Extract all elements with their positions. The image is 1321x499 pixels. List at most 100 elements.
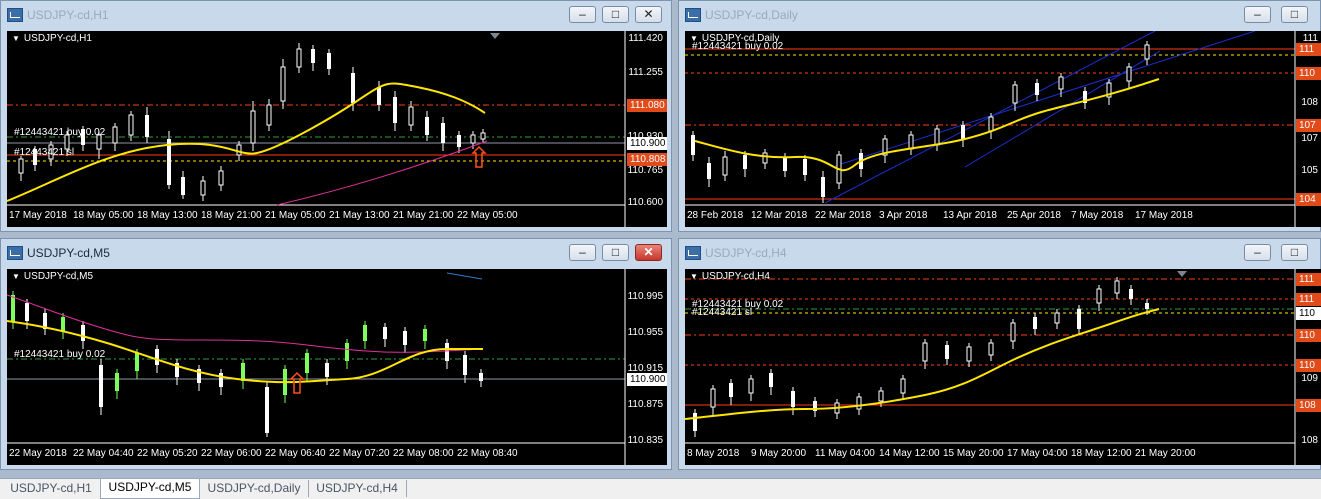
chart-area[interactable]: ▼ USDJPY-cd,M5 #12443421 buy 0.02 110.995… bbox=[7, 269, 667, 465]
price-tick: 110.955 bbox=[627, 327, 663, 338]
chart-window-icon bbox=[7, 246, 23, 260]
price-label: 104 bbox=[1296, 193, 1321, 206]
time-tick: 18 May 05:00 bbox=[73, 210, 134, 221]
price-tick: 110.765 bbox=[627, 165, 663, 176]
time-tick: 21 May 13:00 bbox=[329, 210, 390, 221]
time-tick: 13 Apr 2018 bbox=[943, 210, 997, 221]
time-tick: 25 Apr 2018 bbox=[1007, 210, 1061, 221]
current-price-label: 110 bbox=[1296, 307, 1321, 320]
daily-chart-svg bbox=[685, 31, 1296, 227]
chart-window-h1[interactable]: USDJPY-cd,H1 – □ ✕ ▼ USDJPY-cd,H1 #12443… bbox=[0, 0, 672, 232]
buy-arrow-icon bbox=[471, 145, 487, 168]
time-tick: 15 May 20:00 bbox=[943, 448, 1004, 459]
price-label: 110 bbox=[1296, 329, 1321, 342]
price-tick: 110.600 bbox=[627, 197, 663, 208]
minimize-button[interactable]: – bbox=[569, 244, 596, 261]
maximize-button[interactable]: □ bbox=[602, 6, 629, 23]
window-titlebar[interactable]: USDJPY-cd,H4 – □ bbox=[679, 239, 1320, 267]
time-tick: 14 May 12:00 bbox=[879, 448, 940, 459]
chart-window-h4[interactable]: USDJPY-cd,H4 – □ ▼ USDJPY-cd,H4 #1244342… bbox=[678, 238, 1321, 470]
window-titlebar[interactable]: USDJPY-cd,M5 – □ ✕ bbox=[1, 239, 671, 267]
time-tick: 8 May 2018 bbox=[687, 448, 740, 459]
chart-area[interactable]: ▼ USDJPY-cd,Daily #12443421 buy 0.02 111 … bbox=[685, 31, 1321, 227]
time-tick: 7 May 2018 bbox=[1071, 210, 1124, 221]
time-tick: 22 May 05:00 bbox=[457, 210, 518, 221]
chart-area[interactable]: ▼ USDJPY-cd,H4 #12443421 buy 0.02 #124434… bbox=[685, 269, 1321, 465]
close-button[interactable]: ✕ bbox=[635, 244, 662, 261]
time-tick: 3 Apr 2018 bbox=[879, 210, 928, 221]
h1-candles bbox=[18, 43, 486, 201]
price-tick: 107 bbox=[1301, 133, 1318, 144]
tab-usdjpy-h1[interactable]: USDJPY-cd,H1 bbox=[2, 480, 101, 497]
fast-ma-line bbox=[685, 308, 1160, 420]
stop-loss-label: #12443421 sl bbox=[14, 147, 75, 158]
slow-ma-line bbox=[276, 140, 488, 206]
price-tick: 110.995 bbox=[627, 291, 663, 302]
price-label: 111 bbox=[1296, 293, 1321, 306]
channel-upper-line bbox=[834, 31, 1256, 167]
window-title: USDJPY-cd,H1 bbox=[27, 8, 109, 22]
price-tick: 110.835 bbox=[627, 435, 663, 446]
time-tick: 21 May 21:00 bbox=[393, 210, 454, 221]
tab-usdjpy-m5[interactable]: USDJPY-cd,M5 bbox=[100, 479, 200, 499]
maximize-button[interactable]: □ bbox=[602, 244, 629, 261]
maximize-button[interactable]: □ bbox=[1281, 6, 1308, 23]
time-tick: 17 May 04:00 bbox=[1007, 448, 1068, 459]
time-tick: 22 May 2018 bbox=[9, 448, 67, 459]
price-tick: 109 bbox=[1301, 373, 1318, 384]
time-tick: 18 May 13:00 bbox=[137, 210, 198, 221]
slow-ma-line bbox=[7, 294, 483, 353]
window-titlebar[interactable]: USDJPY-cd,Daily – □ bbox=[679, 1, 1320, 29]
price-tick: 111.420 bbox=[628, 33, 663, 44]
price-label: 111 bbox=[1296, 43, 1321, 56]
time-tick: 21 May 20:00 bbox=[1135, 448, 1196, 459]
chart-shift-marker-icon[interactable] bbox=[490, 33, 500, 39]
chart-window-icon bbox=[685, 246, 701, 260]
time-tick: 22 May 08:00 bbox=[393, 448, 454, 459]
window-title: USDJPY-cd,M5 bbox=[27, 246, 110, 260]
time-tick: 9 May 20:00 bbox=[751, 448, 807, 459]
minimize-button[interactable]: – bbox=[1244, 244, 1271, 261]
price-label: 107 bbox=[1296, 119, 1321, 132]
price-tick: 111.255 bbox=[628, 67, 663, 78]
close-button[interactable]: ✕ bbox=[635, 6, 662, 23]
trend-line bbox=[446, 272, 483, 280]
chart-window-daily[interactable]: USDJPY-cd,Daily – □ ▼ USDJPY-cd,Daily #1… bbox=[678, 0, 1321, 232]
daily-candles bbox=[691, 41, 1150, 203]
price-tick: 108 bbox=[1301, 435, 1318, 446]
chart-symbol-label: ▼ USDJPY-cd,M5 bbox=[12, 271, 94, 282]
chart-shift-marker-icon[interactable] bbox=[1177, 271, 1187, 277]
m5-chart-svg bbox=[7, 269, 626, 465]
time-tick: 22 May 05:20 bbox=[137, 448, 198, 459]
order-label: #12443421 buy 0.02 bbox=[14, 127, 106, 138]
tab-usdjpy-daily[interactable]: USDJPY-cd,Daily bbox=[200, 480, 309, 497]
price-label: 111 bbox=[1296, 273, 1321, 286]
minimize-button[interactable]: – bbox=[569, 6, 596, 23]
time-tick: 18 May 21:00 bbox=[201, 210, 262, 221]
time-tick: 11 May 04:00 bbox=[815, 448, 875, 459]
time-tick: 22 May 06:40 bbox=[265, 448, 326, 459]
chart-tab-bar: USDJPY-cd,H1 USDJPY-cd,M5 USDJPY-cd,Dail… bbox=[0, 478, 1321, 499]
price-label: 108 bbox=[1296, 399, 1321, 412]
maximize-button[interactable]: □ bbox=[1281, 244, 1308, 261]
time-tick: 18 May 12:00 bbox=[1071, 448, 1132, 459]
tab-usdjpy-h4[interactable]: USDJPY-cd,H4 bbox=[308, 480, 407, 497]
window-title: USDJPY-cd,H4 bbox=[705, 246, 787, 260]
price-tick: 110.875 bbox=[627, 399, 663, 410]
fast-ma-line bbox=[7, 82, 486, 202]
time-tick: 22 May 04:40 bbox=[73, 448, 134, 459]
order-label: #12443421 buy 0.02 bbox=[692, 41, 784, 52]
window-title: USDJPY-cd,Daily bbox=[705, 8, 798, 22]
chart-window-icon bbox=[685, 8, 701, 22]
window-titlebar[interactable]: USDJPY-cd,H1 – □ ✕ bbox=[1, 1, 671, 29]
time-tick: 12 Mar 2018 bbox=[751, 210, 808, 221]
current-price-label: 110.900 bbox=[627, 373, 667, 386]
minimize-button[interactable]: – bbox=[1244, 6, 1271, 23]
chart-window-m5[interactable]: USDJPY-cd,M5 – □ ✕ ▼ USDJPY-cd,M5 #12443… bbox=[0, 238, 672, 470]
h1-chart-svg bbox=[7, 31, 626, 227]
time-tick: 22 May 08:40 bbox=[457, 448, 518, 459]
time-tick: 17 May 2018 bbox=[9, 210, 67, 221]
price-tick: 108 bbox=[1301, 97, 1318, 108]
price-label: 110 bbox=[1296, 67, 1321, 80]
chart-area[interactable]: ▼ USDJPY-cd,H1 #12443421 buy 0.02 #124434… bbox=[7, 31, 667, 227]
